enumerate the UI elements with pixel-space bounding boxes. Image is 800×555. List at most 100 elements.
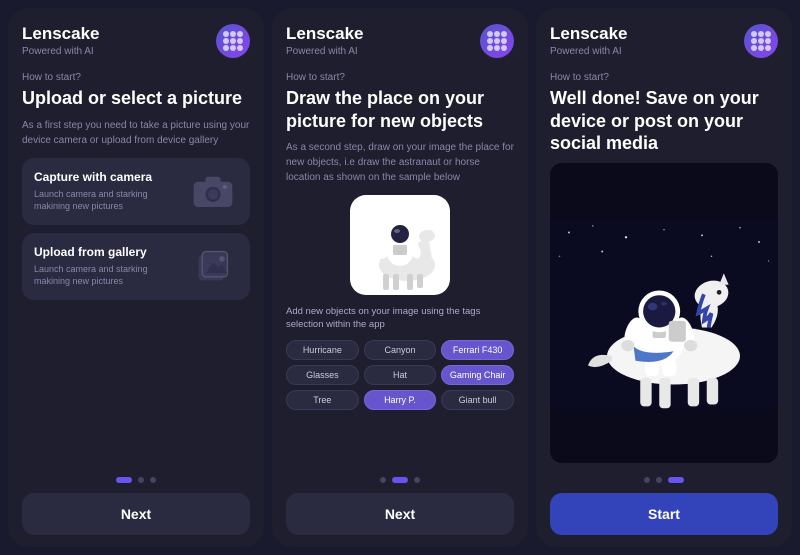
dot-3-1	[644, 477, 650, 483]
logo-dot	[494, 31, 500, 37]
dot-3-2	[656, 477, 662, 483]
screen3-logo	[744, 24, 778, 58]
logo-dot	[758, 31, 764, 37]
screen-1: Lenscake Powered with AI How to start? U	[8, 8, 264, 547]
logo-dot	[501, 38, 507, 44]
screen1-heading: Upload or select a picture	[22, 87, 250, 110]
logo-dot	[237, 38, 243, 44]
screen2-image-container	[286, 195, 514, 295]
astronaut-box	[350, 195, 450, 295]
screen2-header: Lenscake Powered with AI	[286, 24, 514, 58]
dot-1-active	[116, 477, 132, 483]
screen2-heading: Draw the place on your picture for new o…	[286, 87, 514, 132]
upload-gallery-title: Upload from gallery	[34, 245, 154, 259]
camera-icon	[192, 173, 234, 209]
logo-dot	[751, 31, 757, 37]
tag-harry-p[interactable]: Harry P.	[364, 390, 437, 410]
dot-1-2	[138, 477, 144, 483]
tag-ferrari[interactable]: Ferrari F430	[441, 340, 514, 360]
screen2-brand-title: Lenscake	[286, 24, 364, 44]
logo-dot	[487, 45, 493, 51]
screen3-content	[550, 163, 778, 472]
upload-gallery-card[interactable]: Upload from gallery Launch camera and st…	[22, 233, 250, 300]
screen1-description: As a first step you need to take a pictu…	[22, 118, 250, 148]
logo-dot	[487, 31, 493, 37]
logo-dot	[758, 45, 764, 51]
screen1-next-button[interactable]: Next	[22, 493, 250, 535]
camera-icon-wrapper	[188, 171, 238, 211]
logo-dot	[223, 31, 229, 37]
tag-giant-bull[interactable]: Giant bull	[441, 390, 514, 410]
screen3-pagination	[550, 471, 778, 483]
logo-dot	[501, 45, 507, 51]
logo-dot	[237, 31, 243, 37]
gallery-icon-wrapper	[188, 246, 238, 286]
capture-camera-desc: Launch camera and starking makining new …	[34, 188, 154, 213]
logo-dot	[501, 31, 507, 37]
screen2-brand-subtitle: Powered with AI	[286, 46, 364, 57]
logo-dot	[765, 45, 771, 51]
screen3-brand-title: Lenscake	[550, 24, 628, 44]
logo-dot	[487, 38, 493, 44]
upload-gallery-text: Upload from gallery Launch camera and st…	[34, 245, 154, 288]
screen2-logo	[480, 24, 514, 58]
capture-camera-title: Capture with camera	[34, 170, 154, 184]
tags-label: Add new objects on your image using the …	[286, 305, 514, 332]
logo-grid-3	[751, 31, 771, 51]
tag-hat[interactable]: Hat	[364, 365, 437, 385]
screen2-next-button[interactable]: Next	[286, 493, 514, 535]
logo-dot	[223, 38, 229, 44]
tag-gaming-chair[interactable]: Gaming Chair	[441, 365, 514, 385]
dot-3-active	[668, 477, 684, 483]
screen3-brand-subtitle: Powered with AI	[550, 46, 628, 57]
screen3-header: Lenscake Powered with AI	[550, 24, 778, 58]
dot-2-1	[380, 477, 386, 483]
screen-2: Lenscake Powered with AI How to start? D	[272, 8, 528, 547]
dot-2-active	[392, 477, 408, 483]
logo-grid-2	[487, 31, 507, 51]
astro-horse-scene	[550, 163, 778, 464]
tag-tree[interactable]: Tree	[286, 390, 359, 410]
screen3-how-to-start: How to start?	[550, 72, 778, 83]
logo-dot	[223, 45, 229, 51]
screen1-brand: Lenscake Powered with AI	[22, 24, 100, 57]
logo-dot	[765, 38, 771, 44]
logo-dot	[230, 31, 236, 37]
logo-dot	[237, 45, 243, 51]
capture-camera-text: Capture with camera Launch camera and st…	[34, 170, 154, 213]
screen2-pagination	[286, 471, 514, 483]
logo-dot	[230, 38, 236, 44]
gallery-icon	[195, 248, 231, 284]
logo-dot	[765, 31, 771, 37]
screen1-header: Lenscake Powered with AI	[22, 24, 250, 58]
screens-container: Lenscake Powered with AI How to start? U	[0, 0, 800, 555]
tags-grid: Hurricane Canyon Ferrari F430 Glasses Ha…	[286, 340, 514, 410]
tag-hurricane[interactable]: Hurricane	[286, 340, 359, 360]
screen3-start-button[interactable]: Start	[550, 493, 778, 535]
screen1-pagination	[22, 471, 250, 483]
logo-grid-1	[223, 31, 243, 51]
screen-3: Lenscake Powered with AI How to start? W	[536, 8, 792, 547]
dot-1-3	[150, 477, 156, 483]
screen3-heading: Well done! Save on your device or post o…	[550, 87, 778, 155]
logo-dot	[751, 45, 757, 51]
screen1-how-to-start: How to start?	[22, 72, 250, 83]
screen2-brand: Lenscake Powered with AI	[286, 24, 364, 57]
screen1-brand-title: Lenscake	[22, 24, 100, 44]
logo-dot	[494, 45, 500, 51]
tag-canyon[interactable]: Canyon	[364, 340, 437, 360]
astronaut-horse-image	[550, 163, 778, 464]
logo-dot	[751, 38, 757, 44]
dot-2-3	[414, 477, 420, 483]
capture-camera-card[interactable]: Capture with camera Launch camera and st…	[22, 158, 250, 225]
logo-dot	[758, 38, 764, 44]
screen2-how-to-start: How to start?	[286, 72, 514, 83]
screen2-description: As a second step, draw on your image the…	[286, 140, 514, 185]
screen2-content: Add new objects on your image using the …	[286, 195, 514, 471]
logo-dot	[494, 38, 500, 44]
screen1-logo	[216, 24, 250, 58]
logo-dot	[230, 45, 236, 51]
screen3-brand: Lenscake Powered with AI	[550, 24, 628, 57]
tag-glasses[interactable]: Glasses	[286, 365, 359, 385]
screen1-content: Capture with camera Launch camera and st…	[22, 158, 250, 472]
